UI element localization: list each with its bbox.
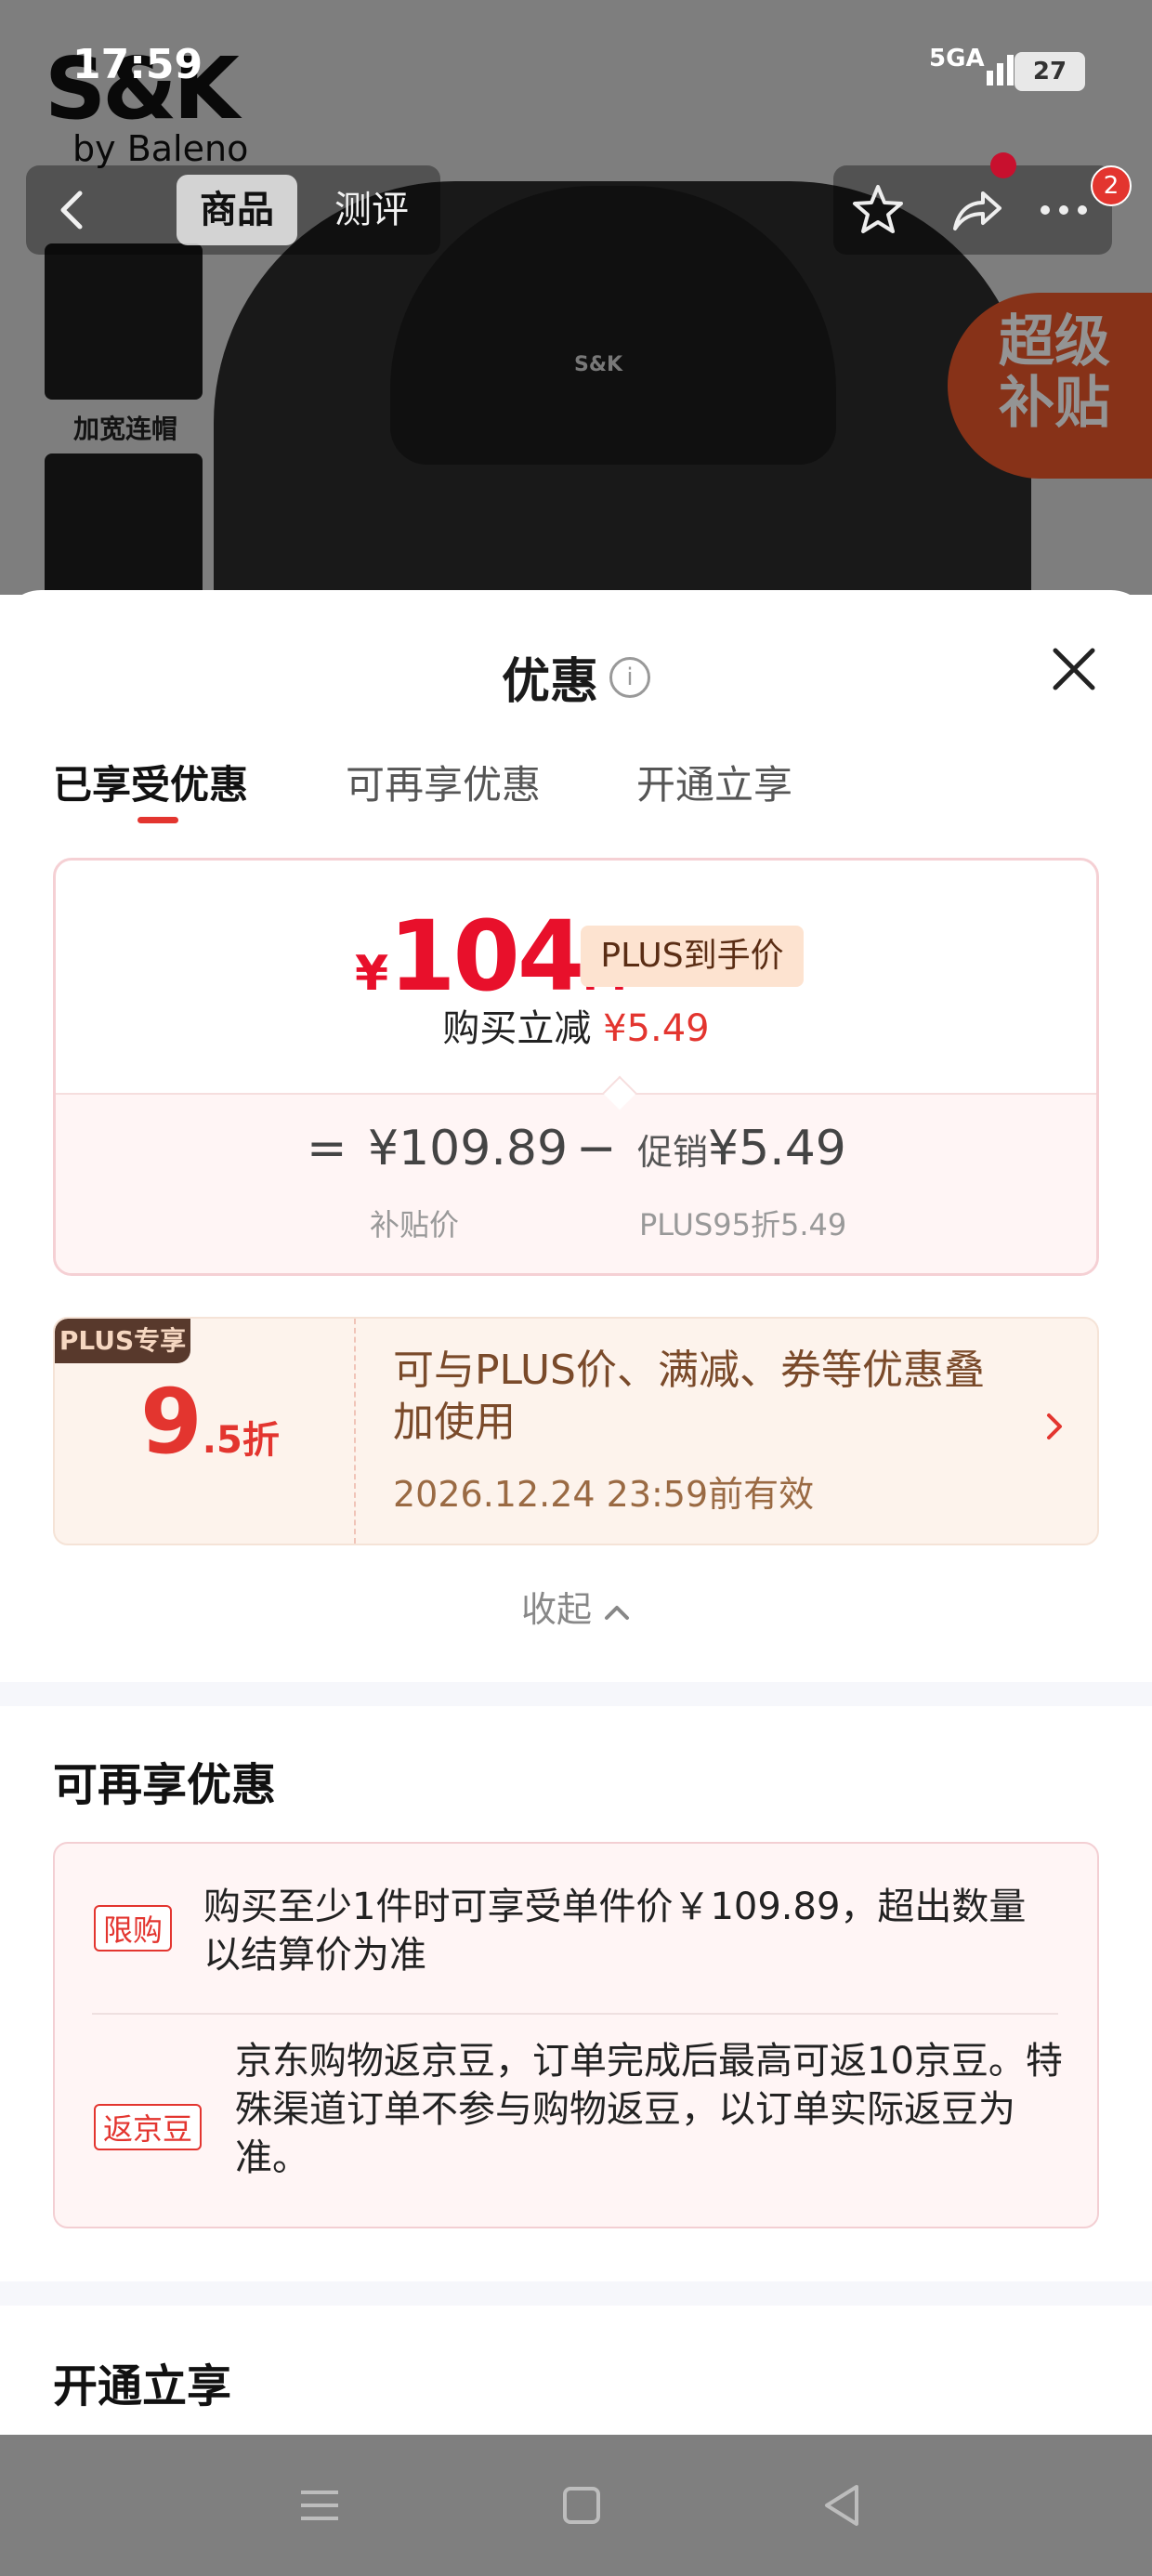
tab-open-now[interactable]: 开通立享 bbox=[636, 754, 792, 810]
chevron-up-icon bbox=[605, 1605, 630, 1620]
instant-reduction: 购买立减 ¥5.49 bbox=[56, 998, 1096, 1052]
promo-label: 促销 bbox=[637, 1132, 709, 1173]
subsidy-price-label: 补贴价 bbox=[370, 1207, 460, 1242]
plus-discount-value: 9.5折 bbox=[140, 1370, 280, 1474]
promo-sub-label: PLUS95折5.49 bbox=[639, 1207, 847, 1242]
more-dots-icon bbox=[1041, 205, 1087, 215]
price-currency: ¥ bbox=[355, 946, 389, 1002]
promo-value: ¥5.49 bbox=[708, 1121, 846, 1176]
sheet-title-text: 优惠 bbox=[501, 654, 598, 710]
equals-sign: = bbox=[307, 1121, 347, 1176]
close-icon[interactable] bbox=[1046, 641, 1102, 697]
system-nav-bar bbox=[0, 2435, 1152, 2576]
price-integer: 104 bbox=[388, 900, 584, 1013]
back-button[interactable] bbox=[26, 165, 119, 255]
promo-item: 促销¥5.49 bbox=[637, 1121, 846, 1176]
plus-discount-validity: 2026.12.24 23:59前有效 bbox=[393, 1474, 815, 1515]
limit-tag: 限购 bbox=[94, 1905, 173, 1952]
price-card: ¥104.4 PLUS到手价 购买立减 ¥5.49 = ¥109.89 补贴价 … bbox=[53, 858, 1099, 1276]
jingdou-tag: 返京豆 bbox=[94, 2104, 203, 2150]
tab-review[interactable]: 测评 bbox=[316, 175, 427, 245]
status-bar: 17:59 5GA 27 bbox=[0, 0, 1152, 112]
discount-suffix: .5折 bbox=[202, 1419, 280, 1462]
chevron-left-icon bbox=[60, 191, 83, 230]
active-tab-indicator bbox=[137, 817, 178, 823]
plus-discount-desc: 可与PLUS价、满减、券等优惠叠加使用 bbox=[393, 1347, 985, 1446]
star-icon bbox=[853, 185, 903, 233]
status-time: 17:59 bbox=[72, 41, 203, 88]
info-icon[interactable]: i bbox=[609, 656, 650, 698]
subsidy-price: ¥109.89 bbox=[368, 1121, 569, 1176]
tab-more-available[interactable]: 可再享优惠 bbox=[346, 754, 541, 810]
favorite-button[interactable] bbox=[831, 165, 924, 255]
section-gap bbox=[0, 1682, 1152, 1706]
menu-icon[interactable] bbox=[292, 2477, 347, 2533]
collapse-label: 收起 bbox=[520, 1589, 592, 1630]
battery-icon: 27 bbox=[1015, 52, 1085, 91]
plus-exclusive-badge: PLUS专享 bbox=[55, 1319, 190, 1363]
share-button[interactable] bbox=[929, 165, 1022, 255]
back-triangle-icon[interactable] bbox=[814, 2477, 870, 2533]
reduction-label: 购买立减 bbox=[442, 1007, 592, 1050]
chevron-right-icon bbox=[1047, 1413, 1062, 1439]
reduction-value: ¥5.49 bbox=[603, 1007, 710, 1050]
home-icon[interactable] bbox=[554, 2477, 609, 2533]
tab-enjoyed[interactable]: 已享受优惠 bbox=[53, 754, 248, 810]
collapse-button[interactable]: 收起 bbox=[0, 1581, 1152, 1632]
minus-sign: − bbox=[576, 1121, 617, 1176]
extra-offers-card: 限购 购买至少1件时可享受单件价￥109.89，超出数量以结算价为准 返京豆 京… bbox=[53, 1842, 1099, 2228]
jingdou-offer-text: 京东购物返京豆，订单完成后最高可返10京豆。特殊渠道订单不参与购物返豆，以订单实… bbox=[235, 2040, 1063, 2179]
row-divider bbox=[92, 2013, 1058, 2015]
plus-discount-card[interactable]: PLUS专享 9.5折 可与PLUS价、满减、券等优惠叠加使用 2026.12.… bbox=[53, 1317, 1099, 1545]
extra-section-title: 可再享优惠 bbox=[53, 1759, 277, 1811]
message-count-badge: 2 bbox=[1091, 165, 1132, 206]
notification-dot bbox=[990, 152, 1016, 178]
share-icon bbox=[953, 191, 1001, 230]
discount-sheet: 优惠 i 已享受优惠 可再享优惠 开通立享 ¥104.4 PLUS到手价 购买立减… bbox=[0, 590, 1152, 2451]
card-divider bbox=[354, 1319, 356, 1544]
tab-goods[interactable]: 商品 bbox=[177, 175, 297, 245]
sheet-title: 优惠 i bbox=[0, 642, 1152, 712]
network-label: 5G bbox=[929, 45, 966, 72]
section-gap bbox=[0, 2281, 1152, 2306]
open-section-title: 开通立享 bbox=[53, 2360, 232, 2412]
plus-price-tag: PLUS到手价 bbox=[581, 926, 804, 987]
limit-offer-text: 购买至少1件时可享受单件价￥109.89，超出数量以结算价为准 bbox=[203, 1886, 1027, 1977]
discount-number: 9 bbox=[140, 1370, 203, 1474]
